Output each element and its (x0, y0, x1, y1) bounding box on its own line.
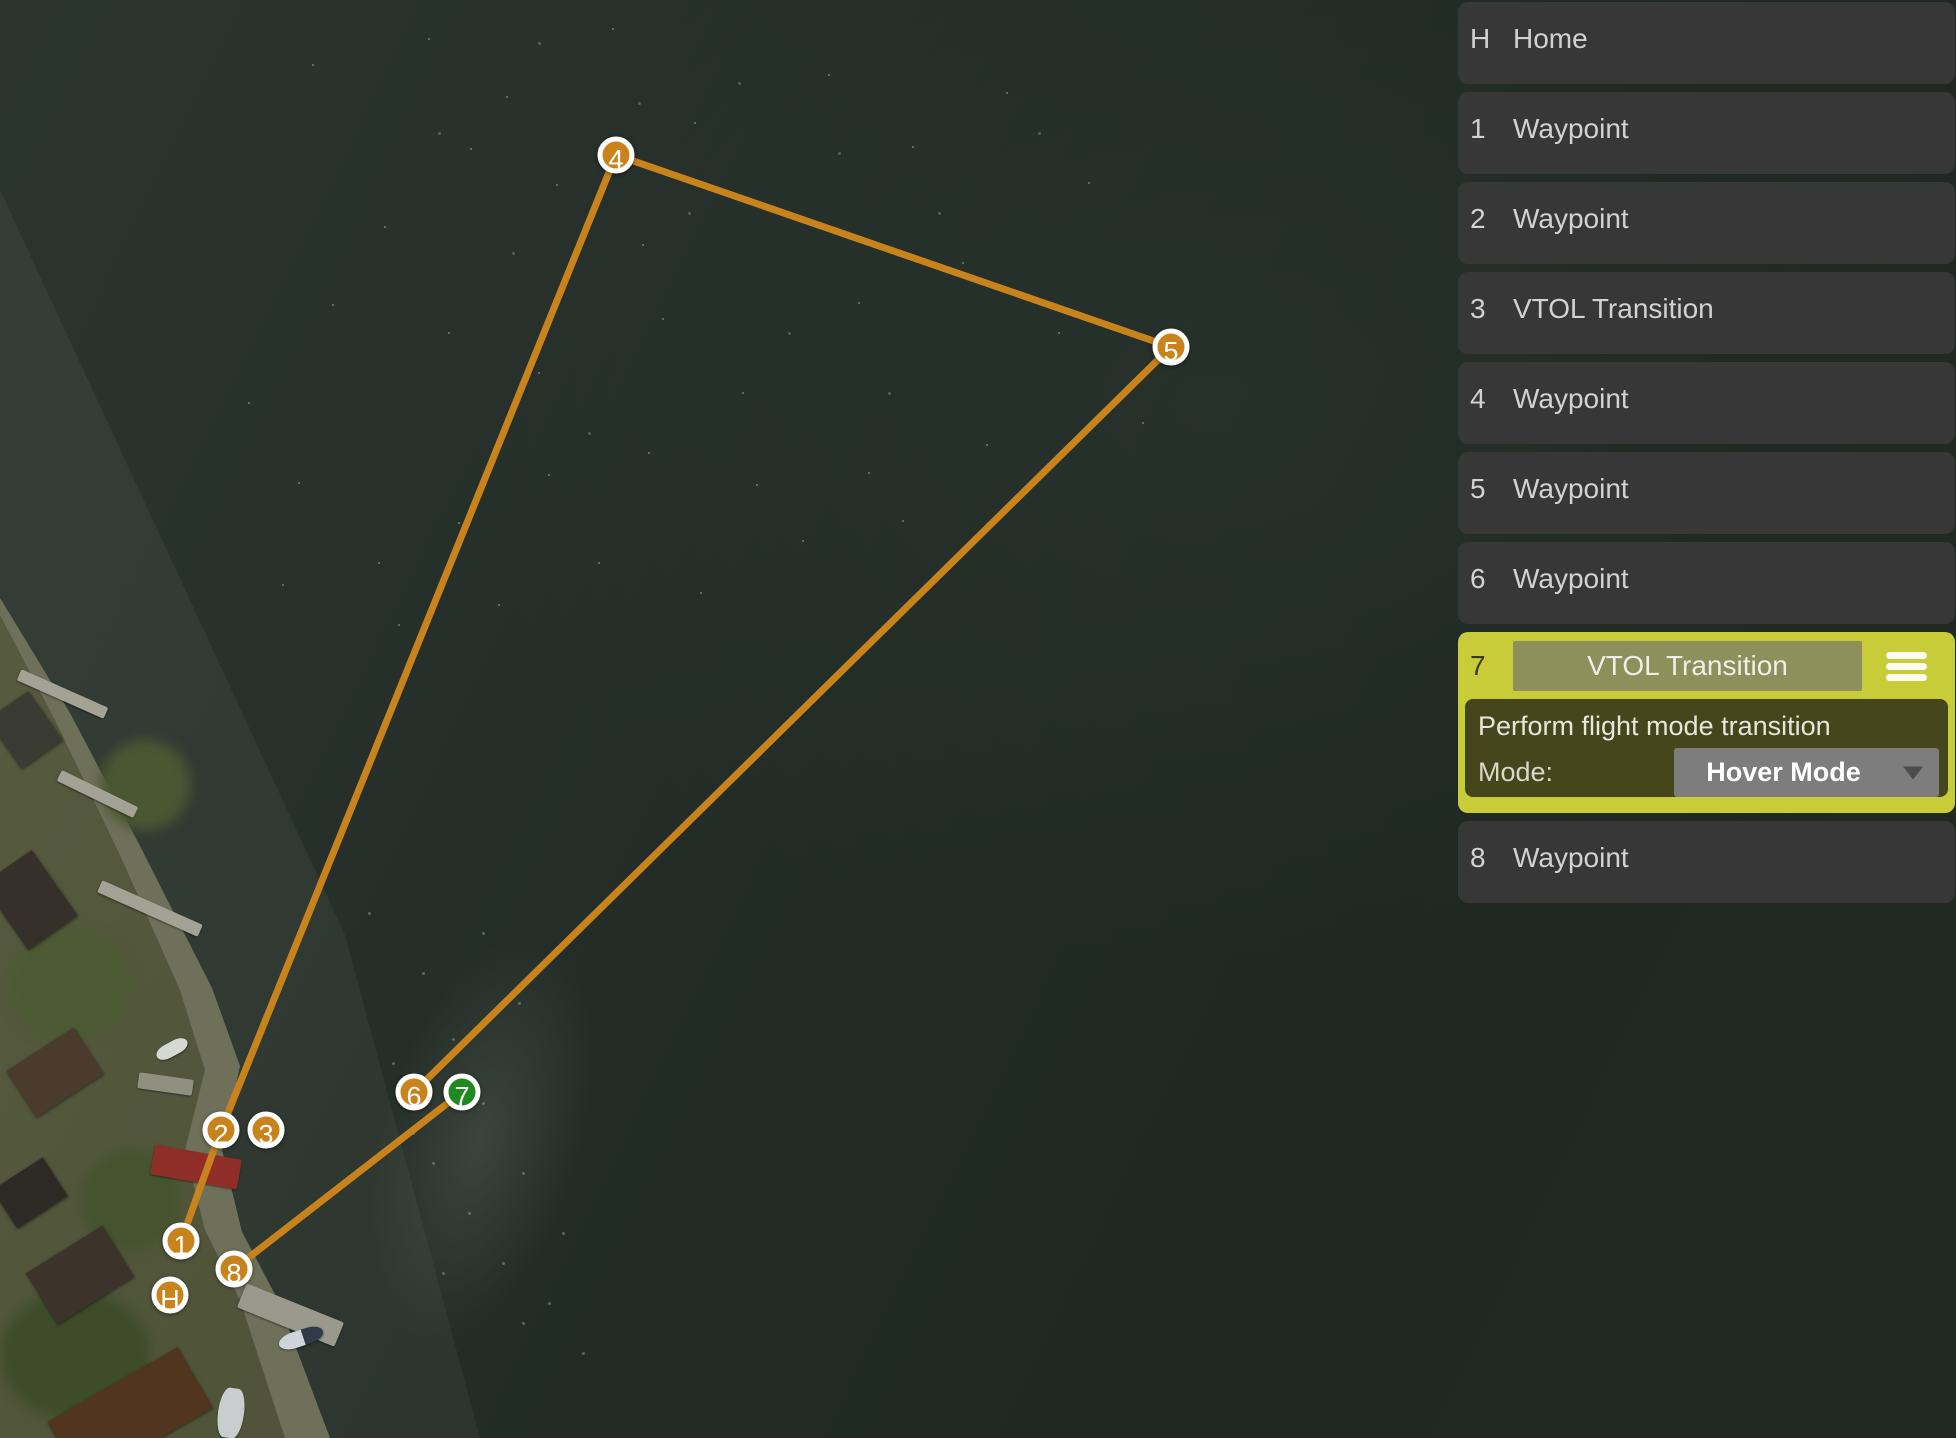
mission-item-index: 1 (1470, 113, 1513, 145)
mission-item-7-title-button[interactable]: VTOL Transition (1513, 641, 1862, 691)
mission-item-6[interactable]: 6 Waypoint (1458, 542, 1955, 624)
drag-handle-icon[interactable] (1886, 652, 1927, 681)
mission-item-list: H Home 1 Waypoint 2 Waypoint 3 VTOL Tran… (1458, 2, 1955, 903)
mission-item-label: Waypoint (1513, 563, 1629, 595)
mission-item-7-selected[interactable]: 7 VTOL Transition Perform flight mode tr… (1458, 632, 1955, 813)
mission-item-index: 2 (1470, 203, 1513, 235)
mission-item-label: VTOL Transition (1587, 650, 1788, 682)
map-marker-2[interactable]: 2 (203, 1112, 240, 1149)
transition-description: Perform flight mode transition (1478, 707, 1831, 745)
mission-item-label: VTOL Transition (1513, 293, 1714, 325)
map-marker-4[interactable]: 4 (598, 137, 635, 174)
mode-dropdown-value: Hover Mode (1706, 757, 1861, 788)
mission-item-index: 4 (1470, 383, 1513, 415)
mission-item-7-detail-panel: Perform flight mode transition Mode: Hov… (1465, 699, 1948, 797)
mission-item-label: Waypoint (1513, 383, 1629, 415)
mission-item-3[interactable]: 3 VTOL Transition (1458, 272, 1955, 354)
mission-item-home[interactable]: H Home (1458, 2, 1955, 84)
mission-item-label: Waypoint (1513, 842, 1629, 874)
chevron-down-icon (1903, 766, 1923, 779)
map-marker-3[interactable]: 3 (248, 1112, 285, 1149)
map-marker-7[interactable]: 7 (444, 1074, 481, 1111)
mission-item-7-header: 7 VTOL Transition (1470, 641, 1955, 691)
mission-item-1[interactable]: 1 Waypoint (1458, 92, 1955, 174)
mission-item-8[interactable]: 8 Waypoint (1458, 821, 1955, 903)
mission-item-5[interactable]: 5 Waypoint (1458, 452, 1955, 534)
mission-item-label: Home (1513, 23, 1588, 55)
mission-item-index: H (1470, 23, 1513, 55)
mode-dropdown[interactable]: Hover Mode (1674, 748, 1939, 797)
mission-item-label: Waypoint (1513, 203, 1629, 235)
mission-item-4[interactable]: 4 Waypoint (1458, 362, 1955, 444)
mission-item-index: 3 (1470, 293, 1513, 325)
mission-item-2[interactable]: 2 Waypoint (1458, 182, 1955, 264)
map-marker-6[interactable]: 6 (396, 1074, 433, 1111)
mission-item-index: 7 (1470, 650, 1513, 682)
mission-item-label: Waypoint (1513, 473, 1629, 505)
mission-item-label: Waypoint (1513, 113, 1629, 145)
mission-item-index: 5 (1470, 473, 1513, 505)
mode-label: Mode: (1478, 748, 1553, 797)
map-marker-5[interactable]: 5 (1153, 329, 1190, 366)
map-marker-home[interactable]: H (152, 1277, 189, 1314)
mission-item-index: 6 (1470, 563, 1513, 595)
mission-item-index: 8 (1470, 842, 1513, 874)
map-marker-8[interactable]: 8 (216, 1251, 253, 1288)
map-marker-1[interactable]: 1 (163, 1223, 200, 1260)
